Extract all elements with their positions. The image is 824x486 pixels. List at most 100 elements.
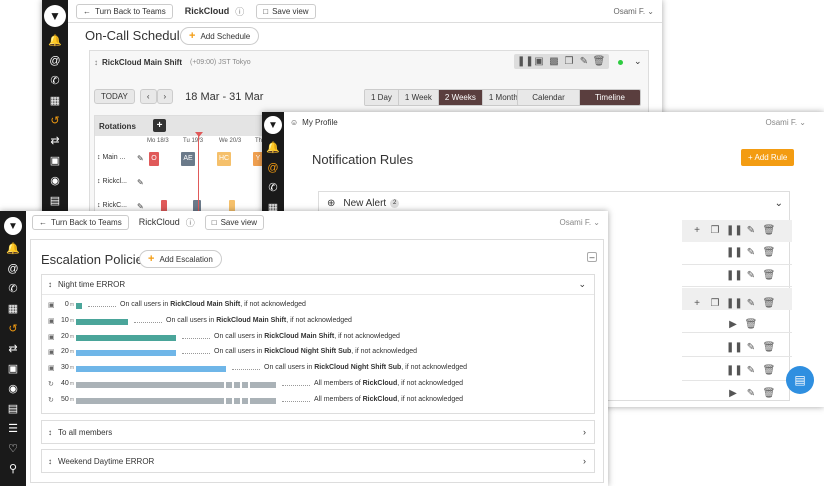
policy-header[interactable]: ↕ Night time ERROR ⌄ xyxy=(42,275,594,295)
trash-icon[interactable]: 🗑 xyxy=(762,225,776,236)
policy-card-collapsed[interactable]: ↕ Weekend Daytime ERROR › xyxy=(41,449,595,473)
chat-launcher[interactable]: ▤ xyxy=(786,366,814,394)
pause-icon[interactable]: ❚❚ xyxy=(726,270,743,281)
bell-icon[interactable]: 🔔 xyxy=(42,36,68,47)
override-icon[interactable]: ▩ xyxy=(547,56,561,67)
edit-icon[interactable]: ✎ xyxy=(744,247,758,258)
add-rotation-button[interactable]: + xyxy=(153,119,166,132)
report-icon[interactable]: ▤ xyxy=(0,404,26,415)
policy-card-collapsed[interactable]: ↕ To all members › xyxy=(41,420,595,444)
pause-icon[interactable]: ❚❚ xyxy=(726,298,743,309)
team-icon[interactable]: ◉ xyxy=(0,384,26,395)
edit-icon[interactable]: ✎ xyxy=(744,270,758,281)
chevron-down-icon[interactable]: ⌄ xyxy=(775,198,783,209)
period-2weeks[interactable]: 2 Weeks xyxy=(438,90,483,105)
drag-handle-icon[interactable]: ↕ xyxy=(94,58,98,67)
rotation-row[interactable]: ↕ Main ... xyxy=(97,154,125,161)
search-icon[interactable]: ⚲ xyxy=(0,464,26,475)
play-icon[interactable]: ▶ xyxy=(726,388,740,399)
drag-handle-icon[interactable]: ↕ xyxy=(48,280,52,289)
bell-icon[interactable]: 🔔 xyxy=(0,244,26,255)
team-icon[interactable]: ◉ xyxy=(42,176,68,187)
shuffle-icon[interactable]: ⇄ xyxy=(42,136,68,147)
at-icon[interactable]: @ xyxy=(42,56,68,67)
view-timeline[interactable]: Timeline xyxy=(580,90,640,105)
trash-icon[interactable]: 🗑 xyxy=(592,56,606,67)
user-menu[interactable]: Osami F. ⌄ xyxy=(560,218,601,227)
escalation-step[interactable]: ▣ 10m On call users in RickCloud Main Shif… xyxy=(42,315,592,331)
at-icon[interactable]: @ xyxy=(0,264,26,275)
pause-icon[interactable]: ❚❚ xyxy=(726,365,743,376)
today-button[interactable]: TODAY xyxy=(94,89,135,104)
pause-icon[interactable]: ❚❚ xyxy=(726,247,743,258)
info-icon[interactable]: ⓘ xyxy=(235,5,244,18)
next-button[interactable]: › xyxy=(156,89,174,104)
shift-block[interactable]: O xyxy=(149,152,159,166)
edit-icon[interactable]: ✎ xyxy=(744,388,758,399)
user-menu[interactable]: Osami F. ⌄ xyxy=(614,7,655,16)
shift-block[interactable]: HC xyxy=(217,152,231,166)
bell-icon[interactable]: 🔔 xyxy=(262,143,284,154)
rotation-row[interactable]: ↕ RickC... xyxy=(97,202,127,209)
period-1day[interactable]: 1 Day xyxy=(365,90,399,105)
prev-button[interactable]: ‹ xyxy=(139,89,157,104)
escalation-step[interactable]: ▣ 0m On call users in RickCloud Main Shift… xyxy=(42,299,592,315)
add-rule-button[interactable]: + Add Rule xyxy=(741,149,795,166)
copy-icon[interactable]: ❐ xyxy=(708,298,722,309)
heart-icon[interactable]: ♡ xyxy=(0,444,26,455)
pause-icon[interactable]: ❚❚ xyxy=(726,342,743,353)
plus-icon[interactable]: + xyxy=(690,298,704,309)
trash-icon[interactable]: 🗑 xyxy=(762,298,776,309)
integrations-icon[interactable]: ▦ xyxy=(0,304,26,315)
report-icon[interactable]: ▤ xyxy=(42,196,68,207)
escalation-icon[interactable]: ↺ xyxy=(0,324,26,335)
trash-icon[interactable]: 🗑 xyxy=(762,270,776,281)
edit-icon[interactable]: ✎ xyxy=(137,154,144,163)
edit-icon[interactable]: ✎ xyxy=(744,225,758,236)
user-menu[interactable]: Osami F. ⌄ xyxy=(766,118,807,127)
escalation-step[interactable]: ▣ 30m On call users in RickCloud Night Shi… xyxy=(42,362,592,378)
phone-icon[interactable]: ✆ xyxy=(262,183,284,194)
at-icon[interactable]: @ xyxy=(262,163,284,174)
escalation-step[interactable]: ↻ 50m All members of RickCloud, if not ack… xyxy=(42,394,592,410)
escalation-step[interactable]: ▣ 20m On call users in RickCloud Night Shi… xyxy=(42,346,592,362)
plus-icon[interactable]: + xyxy=(690,225,704,236)
trash-icon[interactable]: 🗑 xyxy=(762,388,776,399)
drag-handle-icon[interactable]: ↕ xyxy=(48,428,52,437)
save-view-button[interactable]: □ Save view xyxy=(204,214,265,230)
pause-icon[interactable]: ❚❚ xyxy=(726,225,743,236)
add-escalation-button[interactable]: + Add Escalation xyxy=(139,250,222,268)
edit-icon[interactable]: ✎ xyxy=(577,56,591,67)
period-1week[interactable]: 1 Week xyxy=(398,90,439,105)
calendar-icon[interactable]: ▣ xyxy=(42,156,68,167)
view-calendar[interactable]: Calendar xyxy=(518,90,580,105)
shift-block[interactable]: AE xyxy=(181,152,195,166)
pause-icon[interactable]: ❚❚ xyxy=(517,56,534,67)
shuffle-icon[interactable]: ⇄ xyxy=(0,344,26,355)
escalation-icon[interactable]: ↺ xyxy=(42,116,68,127)
edit-icon[interactable]: ✎ xyxy=(137,202,144,211)
escalation-step[interactable]: ▣ 20m On call users in RickCloud Main Shif… xyxy=(42,331,592,347)
edit-icon[interactable]: ✎ xyxy=(744,342,758,353)
phone-icon[interactable]: ✆ xyxy=(0,284,26,295)
calendar-icon[interactable]: ▣ xyxy=(532,56,546,67)
save-view-button[interactable]: □ Save view xyxy=(256,3,316,19)
back-to-teams-button[interactable]: ← Turn Back to Teams xyxy=(32,214,129,230)
edit-icon[interactable]: ✎ xyxy=(744,298,758,309)
edit-icon[interactable]: ✎ xyxy=(137,178,144,187)
copy-icon[interactable]: ❐ xyxy=(708,225,722,236)
plus-circle-icon[interactable]: ⊕ xyxy=(327,198,335,209)
drag-handle-icon[interactable]: ↕ xyxy=(48,457,52,466)
trash-icon[interactable]: 🗑 xyxy=(762,342,776,353)
chevron-down-icon[interactable]: ⌄ xyxy=(634,56,642,67)
chevron-down-icon[interactable]: ⌄ xyxy=(578,279,586,290)
integrations-icon[interactable]: ▦ xyxy=(42,96,68,107)
add-schedule-button[interactable]: + Add Schedule xyxy=(180,27,260,45)
rotation-row[interactable]: ↕ Rickcl... xyxy=(97,178,127,185)
chevron-right-icon[interactable]: › xyxy=(583,456,586,466)
edit-icon[interactable]: ✎ xyxy=(744,365,758,376)
collapse-button[interactable]: – xyxy=(587,252,597,262)
back-to-teams-button[interactable]: ← Turn Back to Teams xyxy=(76,3,173,19)
trash-icon[interactable]: 🗑 xyxy=(762,365,776,376)
trash-icon[interactable]: 🗑 xyxy=(762,247,776,258)
